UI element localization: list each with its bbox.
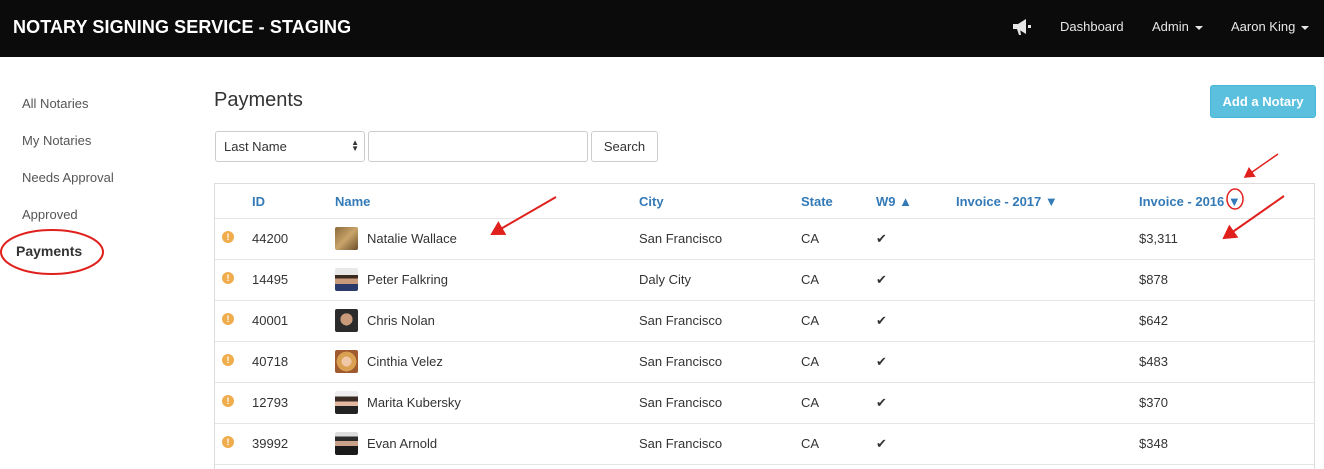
- row-divider: [215, 259, 1314, 260]
- exclamation-circle-icon: !: [222, 313, 234, 325]
- cell-invoice-2016: $483: [1139, 354, 1168, 369]
- column-header-name[interactable]: Name: [335, 194, 370, 209]
- cell-city: Daly City: [639, 272, 692, 287]
- checkmark-icon: ✔: [876, 395, 887, 410]
- cell-city: San Francisco: [639, 313, 723, 328]
- cell-city: San Francisco: [639, 354, 723, 369]
- cell-invoice-2016: $3,311: [1139, 231, 1178, 246]
- sidebar-item-payments[interactable]: Payments: [16, 243, 82, 259]
- cell-name[interactable]: Marita Kubersky: [367, 395, 461, 410]
- cell-state: CA: [801, 436, 820, 451]
- select-arrows-icon: ▲ ▼: [351, 138, 359, 153]
- row-divider: [215, 423, 1314, 424]
- row-divider: [215, 300, 1314, 301]
- checkmark-icon: ✔: [876, 354, 887, 369]
- column-header-city[interactable]: City: [639, 194, 664, 209]
- cell-invoice-2016: $348: [1139, 436, 1168, 451]
- cell-name[interactable]: Chris Nolan: [367, 313, 435, 328]
- cell-id: 39992: [252, 436, 289, 451]
- cell-name[interactable]: Natalie Wallace: [367, 231, 457, 246]
- exclamation-circle-icon: !: [222, 436, 234, 448]
- app-title[interactable]: NOTARY SIGNING SERVICE - STAGING: [13, 17, 351, 38]
- cell-id: 12793: [252, 395, 289, 410]
- cell-id: 14495: [252, 272, 289, 287]
- page-title: Payments: [214, 89, 303, 111]
- cell-city: San Francisco: [639, 436, 723, 451]
- cell-state: CA: [801, 354, 820, 369]
- avatar: [335, 309, 358, 332]
- add-notary-button[interactable]: Add a Notary: [1210, 85, 1316, 118]
- exclamation-circle-icon: !: [222, 272, 234, 284]
- sidebar-item-my-notaries[interactable]: My Notaries: [22, 133, 91, 148]
- cell-name[interactable]: Cinthia Velez: [367, 354, 443, 369]
- checkmark-icon: ✔: [876, 436, 887, 451]
- nav-dashboard[interactable]: Dashboard: [1060, 19, 1124, 34]
- avatar: [335, 227, 358, 250]
- exclamation-circle-icon: !: [222, 354, 234, 366]
- cell-city: San Francisco: [639, 395, 723, 410]
- top-navbar: NOTARY SIGNING SERVICE - STAGING Dashboa…: [0, 0, 1324, 57]
- sidebar-item-needs-approval[interactable]: Needs Approval: [22, 170, 114, 185]
- cell-invoice-2016: $878: [1139, 272, 1168, 287]
- annotation-arrow-sort: [1243, 153, 1279, 178]
- megaphone-icon[interactable]: [1010, 17, 1032, 37]
- column-header-w9[interactable]: W9 ▲: [876, 194, 912, 209]
- checkmark-icon: ✔: [876, 231, 887, 246]
- cell-id: 40001: [252, 313, 289, 328]
- cell-state: CA: [801, 313, 820, 328]
- column-header-invoice-2017[interactable]: Invoice - 2017 ▼: [956, 194, 1058, 209]
- avatar: [335, 268, 358, 291]
- cell-id: 44200: [252, 231, 289, 246]
- nav-user-dropdown[interactable]: Aaron King: [1231, 19, 1310, 34]
- search-button[interactable]: Search: [591, 131, 658, 162]
- cell-state: CA: [801, 395, 820, 410]
- caret-down-icon: [1194, 25, 1203, 30]
- nav-admin-label: Admin: [1152, 19, 1189, 34]
- cell-name[interactable]: Evan Arnold: [367, 436, 437, 451]
- sidebar-item-all-notaries[interactable]: All Notaries: [22, 96, 88, 111]
- cell-id: 40718: [252, 354, 289, 369]
- caret-down-icon: [1301, 25, 1310, 30]
- nav-admin-dropdown[interactable]: Admin: [1152, 19, 1203, 34]
- row-divider: [215, 218, 1314, 219]
- column-header-state[interactable]: State: [801, 194, 833, 209]
- row-divider: [215, 382, 1314, 383]
- invoice-2016-label: Invoice - 2016: [1139, 194, 1225, 209]
- column-header-id[interactable]: ID: [252, 194, 265, 209]
- checkmark-icon: ✔: [876, 272, 887, 287]
- column-header-invoice-2016[interactable]: Invoice - 2016 ▼: [1139, 194, 1241, 209]
- nav-user-label: Aaron King: [1231, 19, 1296, 34]
- exclamation-circle-icon: !: [222, 395, 234, 407]
- cell-city: San Francisco: [639, 231, 723, 246]
- cell-state: CA: [801, 231, 820, 246]
- avatar: [335, 432, 358, 455]
- cell-name[interactable]: Peter Falkring: [367, 272, 448, 287]
- row-divider: [215, 464, 1314, 465]
- sort-desc-icon[interactable]: ▼: [1228, 194, 1241, 209]
- search-field-select[interactable]: Last Name ▲ ▼: [215, 131, 365, 162]
- avatar: [335, 391, 358, 414]
- cell-invoice-2016: $370: [1139, 395, 1168, 410]
- cell-state: CA: [801, 272, 820, 287]
- checkmark-icon: ✔: [876, 313, 887, 328]
- sidebar-item-approved[interactable]: Approved: [22, 207, 78, 222]
- avatar: [335, 350, 358, 373]
- cell-invoice-2016: $642: [1139, 313, 1168, 328]
- exclamation-circle-icon: !: [222, 231, 234, 243]
- search-input[interactable]: [368, 131, 588, 162]
- row-divider: [215, 341, 1314, 342]
- search-field-select-value: Last Name: [224, 139, 287, 154]
